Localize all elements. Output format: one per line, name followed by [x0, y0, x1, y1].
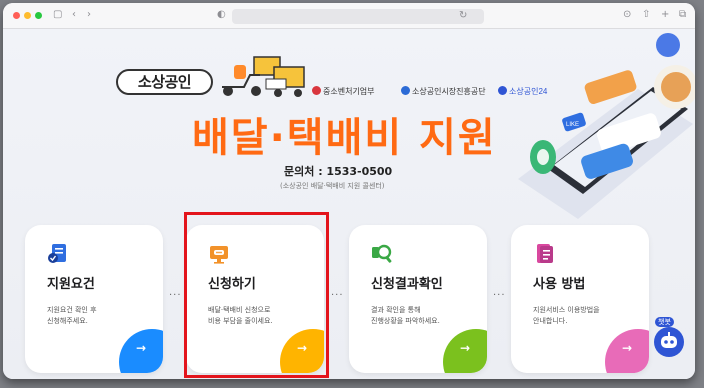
- contact-center: (소상공인 배달·택배비 지원 콜센터): [280, 182, 385, 190]
- card-how-to-use[interactable]: 사용 방법 지원서비스 이용방법을 안내합니다. →: [511, 225, 649, 373]
- chatbot-label: 챗봇: [655, 317, 674, 327]
- browser-window: ▢ ‹ › ◐ ↻ ⊙ ⇧ + ⧉ LIKE 소상공인 중소벤처기업부 소상공인…: [3, 3, 695, 379]
- card-title: 사용 방법: [533, 277, 586, 292]
- reload-icon[interactable]: ↻: [459, 10, 467, 22]
- card-arrow-button[interactable]: →: [119, 329, 163, 373]
- chatbot-button[interactable]: [654, 327, 684, 357]
- sidebar-icon[interactable]: ▢: [53, 9, 62, 21]
- svg-text:LIKE: LIKE: [566, 122, 579, 128]
- highlight-box: [184, 212, 329, 378]
- share-icon[interactable]: ⇧: [642, 9, 650, 21]
- page-title: 배달·택배비 지원: [192, 115, 497, 161]
- semas-logo-icon: [401, 86, 410, 95]
- delivery-app-illustration: LIKE: [518, 33, 695, 219]
- close-window-button[interactable]: [13, 12, 20, 19]
- maximize-window-button[interactable]: [35, 12, 42, 19]
- separator-dots: ···: [169, 290, 182, 301]
- forward-icon[interactable]: ›: [87, 9, 91, 21]
- card-title: 지원요건: [47, 277, 95, 292]
- separator-dots: ···: [493, 290, 506, 301]
- contact-number: 문의처 : 1533-0500: [284, 165, 393, 178]
- card-result-check[interactable]: 신청결과확인 결과 확인을 통해 진행상황을 파악하세요. →: [349, 225, 487, 373]
- magnifier-icon: [372, 244, 392, 263]
- address-bar[interactable]: ↻: [232, 9, 484, 24]
- guide-book-icon: [537, 244, 553, 263]
- new-tab-icon[interactable]: +: [661, 9, 669, 21]
- brand-logo: 소상공인: [116, 69, 213, 95]
- card-description: 결과 확인을 통해 진행상황을 파악하세요.: [371, 306, 440, 325]
- arrow-right-icon: →: [460, 341, 471, 355]
- arrow-right-icon: →: [622, 341, 633, 355]
- back-icon[interactable]: ‹: [72, 9, 76, 21]
- tabs-overview-icon[interactable]: ⧉: [679, 9, 686, 21]
- arrow-right-icon: →: [136, 341, 147, 355]
- card-arrow-button[interactable]: →: [605, 329, 649, 373]
- chatbot-icon: [661, 332, 677, 348]
- org-sbiz24: 소상공인24: [498, 86, 547, 97]
- org-mss: 중소벤처기업부: [312, 86, 375, 97]
- korea-emblem-icon: [312, 86, 321, 95]
- page-content: LIKE 소상공인 중소벤처기업부 소상공인시장진흥공단 소상공인24 배달·택…: [3, 29, 695, 379]
- separator-dots: ···: [331, 290, 344, 301]
- card-description: 지원요건 확인 후 신청해주세요.: [47, 306, 97, 325]
- delivery-scooter-illustration: [222, 56, 305, 97]
- sbiz24-logo-icon: [498, 86, 507, 95]
- org-semas: 소상공인시장진흥공단: [401, 86, 486, 97]
- card-arrow-button[interactable]: →: [443, 329, 487, 373]
- privacy-icon[interactable]: ◐: [217, 9, 226, 21]
- download-icon[interactable]: ⊙: [623, 9, 631, 21]
- minimize-window-button[interactable]: [24, 12, 31, 19]
- card-title: 신청결과확인: [371, 277, 443, 292]
- document-icon: [48, 244, 66, 263]
- card-eligibility[interactable]: 지원요건 지원요건 확인 후 신청해주세요. →: [25, 225, 163, 373]
- card-description: 지원서비스 이용방법을 안내합니다.: [533, 306, 600, 325]
- browser-toolbar: ▢ ‹ › ◐ ↻ ⊙ ⇧ + ⧉: [3, 3, 695, 29]
